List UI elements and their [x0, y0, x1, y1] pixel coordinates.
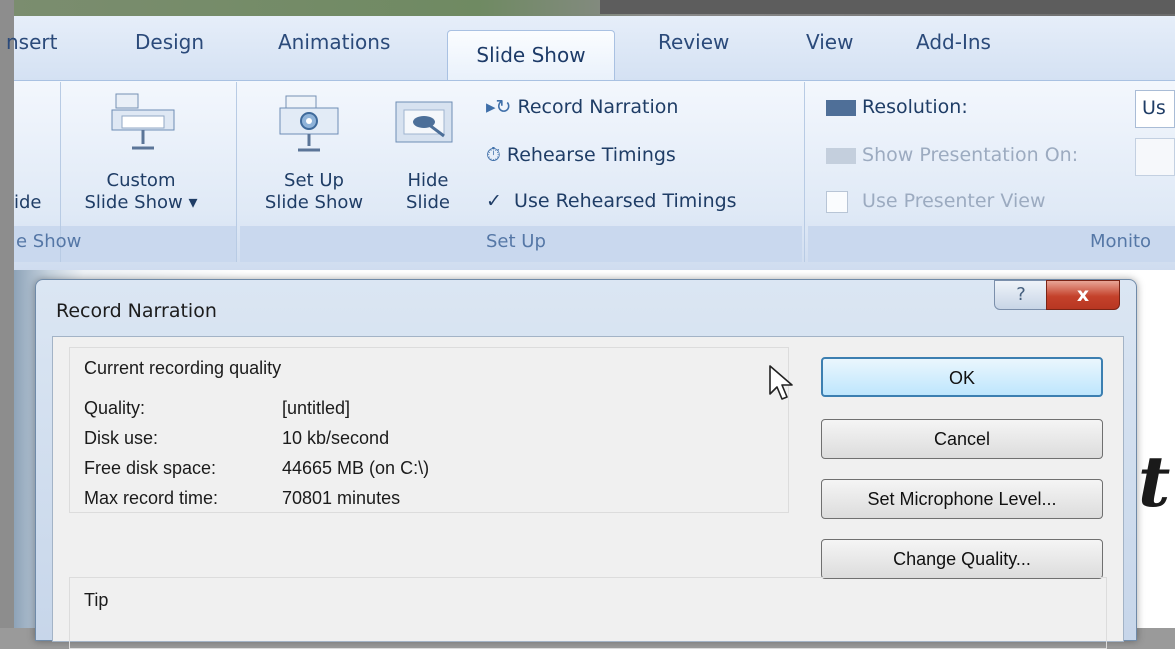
use-rehearsed-timings-label: Use Rehearsed Timings: [514, 190, 737, 212]
record-narration-button[interactable]: ▸↻ Record Narration: [486, 96, 678, 118]
custom-show-icon: [111, 93, 175, 150]
ok-button[interactable]: OK: [821, 357, 1103, 397]
tab-add-ins[interactable]: Add-Ins: [916, 30, 991, 54]
use-presenter-view-label: Use Presenter View: [862, 190, 1046, 212]
custom-show-line1: Custom: [106, 170, 176, 191]
setup-show-icon: [279, 95, 339, 152]
group-label-start: e Show: [16, 231, 82, 252]
dialog-title: Record Narration: [56, 300, 217, 322]
record-narration-dialog: Record Narration ? x Current recording q…: [35, 279, 1137, 649]
help-button[interactable]: ?: [994, 280, 1048, 310]
free-space-value: 44665 MB (on C:\): [282, 458, 430, 478]
rehearse-timings-label: Rehearse Timings: [506, 144, 676, 166]
from-slide-label-cut[interactable]: ide: [14, 192, 42, 214]
show-on-dropdown[interactable]: [1135, 138, 1175, 176]
disk-use-value: 10 kb/second: [282, 428, 390, 448]
group-label-setup: Set Up: [486, 231, 546, 252]
monitor-icon: [826, 147, 856, 164]
group-separator: [236, 82, 237, 262]
quality-heading: Current recording quality: [84, 358, 282, 378]
window-edge: [0, 0, 14, 628]
quality-label: Quality:: [84, 398, 146, 418]
cancel-button[interactable]: Cancel: [821, 419, 1103, 459]
tab-animations[interactable]: Animations: [278, 30, 390, 54]
resolution-icon: [826, 99, 856, 116]
tip-label: Tip: [84, 590, 109, 610]
tab-insert[interactable]: nsert: [6, 30, 57, 54]
max-record-value: 70801 minutes: [282, 488, 401, 508]
tab-review[interactable]: Review: [658, 30, 729, 54]
hide-slide-icon: [395, 101, 453, 143]
slide-title-fragment: t: [1138, 440, 1171, 523]
resolution-control[interactable]: Resolution:: [826, 96, 968, 118]
rehearse-timings-button[interactable]: ⏱ Rehearse Timings: [486, 144, 676, 166]
tip-panel: Tip: [69, 577, 1107, 649]
disk-use-label: Disk use:: [84, 428, 159, 448]
close-icon: x: [1076, 284, 1090, 306]
show-presentation-on-label: Show Presentation On:: [862, 144, 1079, 166]
set-microphone-level-button[interactable]: Set Microphone Level...: [821, 479, 1103, 519]
quality-value: [untitled]: [282, 398, 351, 418]
group-separator: [804, 82, 805, 262]
hide-slide-line1: Hide: [407, 170, 449, 191]
group-label-monitors: Monito: [1090, 231, 1152, 252]
title-strip-dark: [600, 0, 1175, 14]
dialog-body: Current recording quality Quality: [unti…: [52, 336, 1124, 649]
tab-slide-show[interactable]: Slide Show: [447, 30, 615, 80]
rehearse-timings-icon: ⏱: [486, 144, 501, 166]
change-quality-button[interactable]: Change Quality...: [821, 539, 1103, 579]
record-narration-icon: ▸↻: [486, 96, 512, 118]
hide-slide-line2: Slide: [406, 192, 450, 213]
help-icon: ?: [1016, 284, 1026, 305]
use-presenter-view-checkbox[interactable]: Use Presenter View: [826, 190, 1046, 213]
tab-view[interactable]: View: [806, 30, 853, 54]
free-space-label: Free disk space:: [84, 458, 217, 478]
resolution-label: Resolution:: [862, 96, 968, 118]
show-presentation-on-control[interactable]: Show Presentation On:: [826, 144, 1078, 166]
custom-show-line2: Slide Show ▾: [84, 192, 198, 213]
setup-show-line1: Set Up: [284, 170, 344, 191]
mouse-cursor-icon: [769, 365, 793, 400]
max-record-label: Max record time:: [84, 488, 219, 508]
resolution-dropdown[interactable]: Us: [1135, 90, 1175, 128]
checkmark-icon: ✓: [486, 190, 502, 212]
use-rehearsed-timings-checkbox[interactable]: ✓ Use Rehearsed Timings: [486, 190, 737, 212]
close-button[interactable]: x: [1046, 280, 1120, 310]
checkbox-box-icon: [826, 190, 848, 213]
record-narration-label: Record Narration: [517, 96, 679, 118]
tab-design[interactable]: Design: [135, 30, 204, 54]
recording-quality-panel: Current recording quality Quality: [unti…: [69, 347, 789, 513]
setup-show-line2: Slide Show: [264, 192, 364, 213]
